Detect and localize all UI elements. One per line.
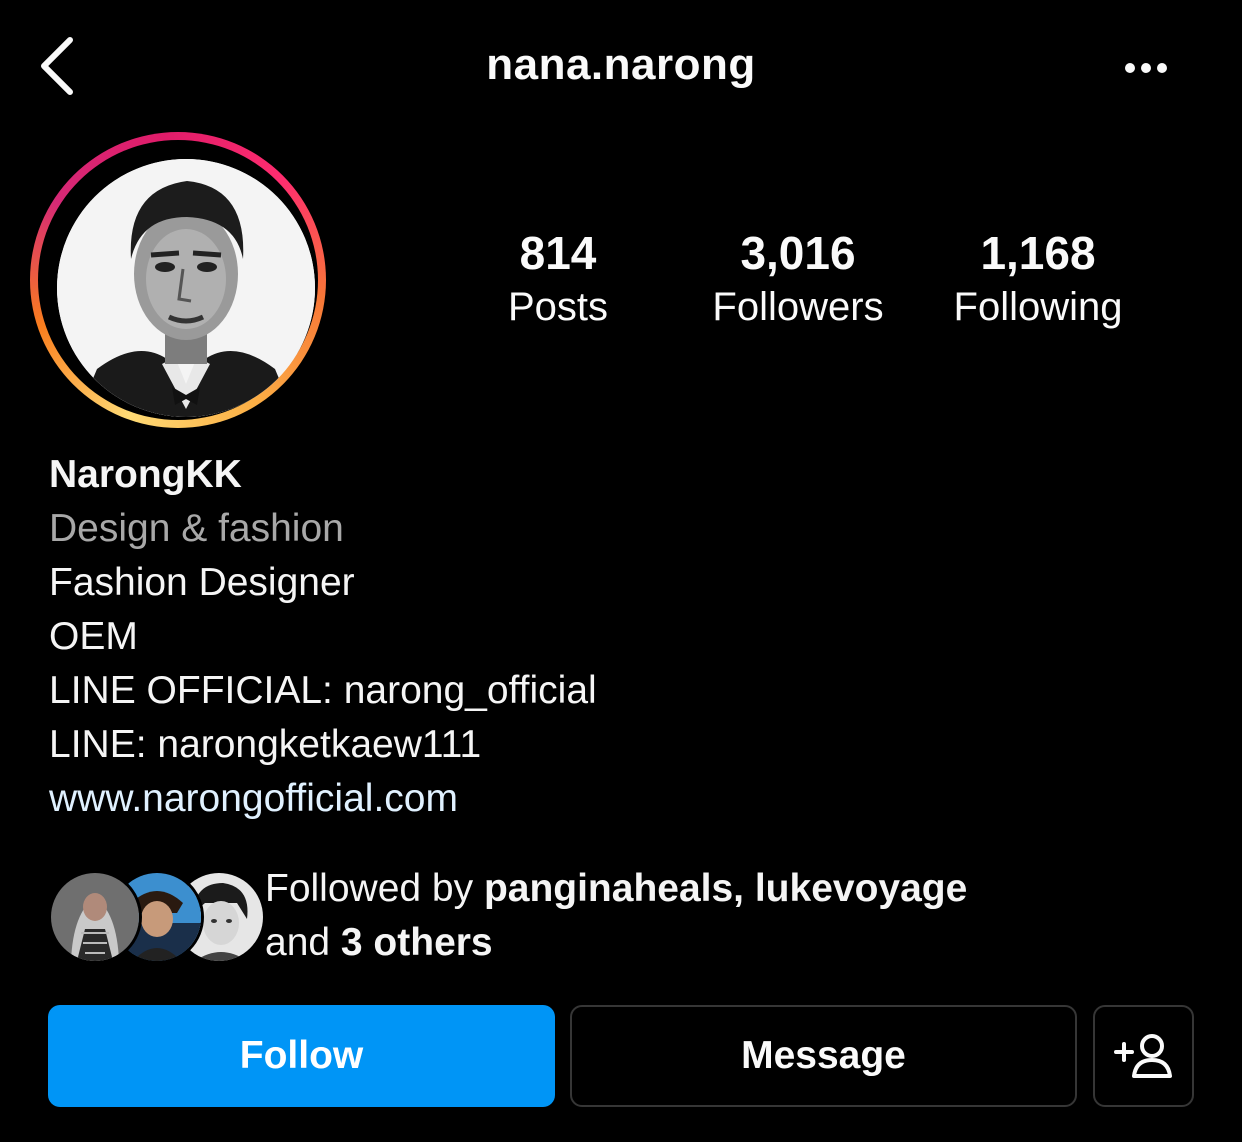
mutual-followers-names: panginaheals, lukevoyage — [483, 867, 968, 910]
bio-line: LINE: narongketkaew111 — [49, 723, 482, 766]
follow-button[interactable]: Follow — [48, 1005, 555, 1107]
bio-line: OEM — [49, 615, 138, 658]
followers-count[interactable]: 3,016 Followers — [678, 226, 918, 334]
avatar-photo — [57, 159, 315, 417]
followers-count-value: 3,016 — [740, 227, 856, 279]
profile-category: Design & fashion — [49, 507, 344, 550]
more-options-button[interactable] — [1116, 52, 1176, 84]
followers-count-label: Followers — [712, 285, 884, 329]
bio-line: Fashion Designer — [49, 561, 355, 604]
more-horizontal-icon — [1125, 63, 1167, 73]
posts-count-label: Posts — [507, 285, 609, 329]
profile-avatar — [57, 159, 315, 417]
add-person-icon — [1113, 1034, 1172, 1078]
followed-by-section[interactable]: Followed by panginaheals, lukevoyage and… — [48, 862, 1198, 972]
followed-by-text: Followed by panginaheals, lukevoyage and… — [265, 867, 968, 964]
posts-count-value: 814 — [519, 227, 597, 279]
posts-count[interactable]: 814 Posts — [438, 226, 678, 334]
profile-avatar-story-ring[interactable] — [30, 132, 326, 428]
top-navigation-bar: nana.narong — [0, 0, 1242, 136]
website-link[interactable]: www.narongofficial.com — [49, 772, 1199, 826]
following-count-value: 1,168 — [980, 227, 1096, 279]
mutual-followers-others: 3 others — [340, 921, 493, 964]
suggested-accounts-button[interactable] — [1093, 1005, 1194, 1107]
following-count[interactable]: 1,168 Following — [918, 226, 1158, 334]
follower-avatar — [48, 870, 142, 964]
profile-username-title: nana.narong — [486, 40, 756, 89]
following-count-label: Following — [953, 285, 1123, 329]
profile-bio: NarongKK Design & fashion Fashion Design… — [49, 448, 1199, 826]
display-name: NarongKK — [49, 453, 242, 496]
bio-line: LINE OFFICIAL: narong_official — [49, 669, 597, 712]
message-button[interactable]: Message — [570, 1005, 1077, 1107]
